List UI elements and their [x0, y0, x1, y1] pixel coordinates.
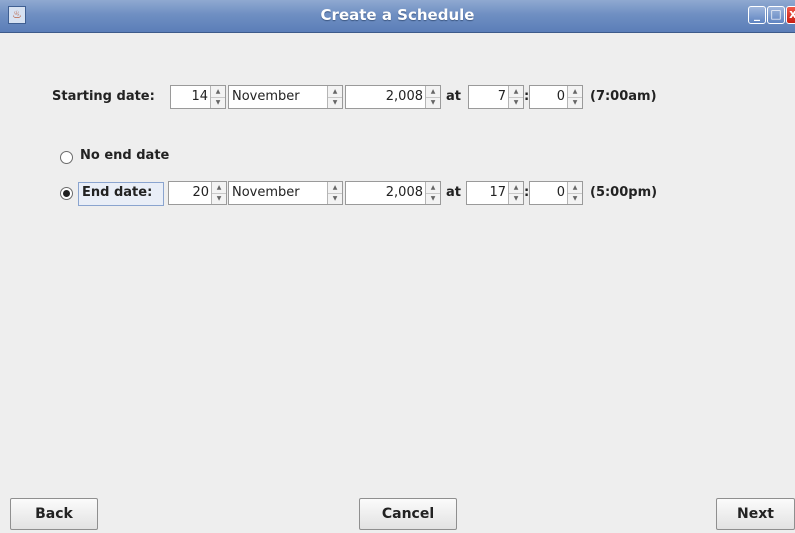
spinner-down-icon[interactable]: ▼ — [328, 193, 342, 204]
close-button[interactable]: x — [786, 6, 795, 24]
end-day-arrows[interactable]: ▲ ▼ — [211, 182, 226, 204]
end-at-label: at — [446, 185, 461, 200]
start-month-spinner[interactable]: November ▲ ▼ — [228, 85, 343, 109]
end-date-row: End date: 20 ▲ ▼ November ▲ ▼ 2,008 ▲ ▼ … — [0, 181, 795, 207]
start-day-value[interactable]: 14 — [171, 86, 211, 108]
spinner-down-icon[interactable]: ▼ — [211, 97, 225, 108]
end-minute-spinner[interactable]: 0 ▲ ▼ — [529, 181, 583, 205]
start-hour-value[interactable]: 7 — [469, 86, 509, 108]
start-minute-arrows[interactable]: ▲ ▼ — [567, 86, 582, 108]
end-date-label[interactable]: End date: — [82, 185, 152, 200]
end-hour-spinner[interactable]: 17 ▲ ▼ — [466, 181, 524, 205]
end-minute-value[interactable]: 0 — [530, 182, 568, 204]
title-bar[interactable]: ♨ Create a Schedule _ □ x — [0, 0, 795, 33]
create-schedule-window: ♨ Create a Schedule _ □ x Starting date:… — [0, 0, 795, 533]
no-end-date-label[interactable]: No end date — [80, 148, 169, 163]
no-end-date-radio[interactable] — [60, 151, 73, 164]
cancel-button[interactable]: Cancel — [359, 498, 457, 530]
starting-date-row: Starting date: 14 ▲ ▼ November ▲ ▼ 2,008… — [0, 85, 795, 111]
start-month-value[interactable]: November — [229, 86, 328, 108]
spinner-down-icon[interactable]: ▼ — [568, 97, 582, 108]
end-hour-value[interactable]: 17 — [467, 182, 509, 204]
end-date-radio[interactable] — [60, 187, 73, 200]
spinner-down-icon[interactable]: ▼ — [426, 193, 440, 204]
spinner-down-icon[interactable]: ▼ — [568, 193, 582, 204]
end-day-value[interactable]: 20 — [169, 182, 212, 204]
start-month-arrows[interactable]: ▲ ▼ — [327, 86, 342, 108]
back-button[interactable]: Back — [10, 498, 98, 530]
start-hour-arrows[interactable]: ▲ ▼ — [508, 86, 523, 108]
start-year-arrows[interactable]: ▲ ▼ — [425, 86, 440, 108]
spinner-down-icon[interactable]: ▼ — [509, 193, 523, 204]
no-end-date-option[interactable]: No end date — [0, 148, 400, 174]
minimize-button[interactable]: _ — [748, 6, 766, 24]
spinner-down-icon[interactable]: ▼ — [328, 97, 342, 108]
start-minute-spinner[interactable]: 0 ▲ ▼ — [529, 85, 583, 109]
next-button[interactable]: Next — [716, 498, 795, 530]
start-hour-spinner[interactable]: 7 ▲ ▼ — [468, 85, 524, 109]
start-time-text: (7:00am) — [590, 89, 657, 104]
window-title: Create a Schedule — [320, 6, 475, 24]
start-day-spinner[interactable]: 14 ▲ ▼ — [170, 85, 226, 109]
end-time-text: (5:00pm) — [590, 185, 658, 200]
end-month-spinner[interactable]: November ▲ ▼ — [228, 181, 343, 205]
end-minute-arrows[interactable]: ▲ ▼ — [567, 182, 582, 204]
start-at-label: at — [446, 89, 461, 104]
start-year-value[interactable]: 2,008 — [346, 86, 426, 108]
end-month-value[interactable]: November — [229, 182, 328, 204]
starting-date-label: Starting date: — [52, 89, 155, 104]
maximize-button[interactable]: □ — [767, 6, 785, 24]
spinner-down-icon[interactable]: ▼ — [426, 97, 440, 108]
spinner-down-icon[interactable]: ▼ — [509, 97, 523, 108]
spinner-down-icon[interactable]: ▼ — [212, 193, 226, 204]
end-year-value[interactable]: 2,008 — [346, 182, 426, 204]
end-hour-arrows[interactable]: ▲ ▼ — [508, 182, 523, 204]
start-day-arrows[interactable]: ▲ ▼ — [210, 86, 225, 108]
start-year-spinner[interactable]: 2,008 ▲ ▼ — [345, 85, 441, 109]
start-minute-value[interactable]: 0 — [530, 86, 568, 108]
end-month-arrows[interactable]: ▲ ▼ — [327, 182, 342, 204]
end-year-arrows[interactable]: ▲ ▼ — [425, 182, 440, 204]
end-year-spinner[interactable]: 2,008 ▲ ▼ — [345, 181, 441, 205]
end-day-spinner[interactable]: 20 ▲ ▼ — [168, 181, 227, 205]
